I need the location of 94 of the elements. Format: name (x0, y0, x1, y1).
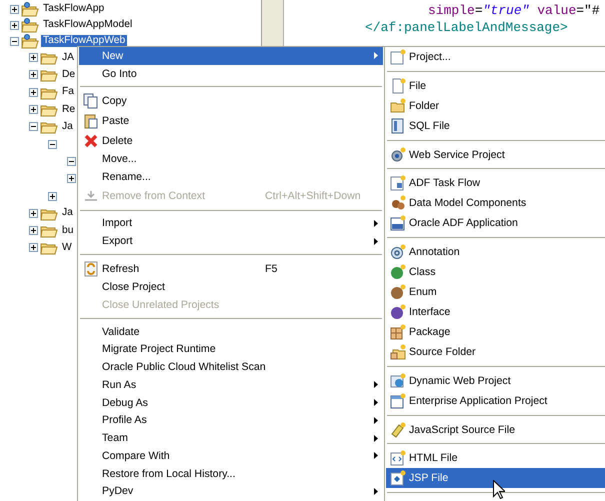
annotation-icon (390, 244, 406, 260)
globe-icon (390, 372, 406, 389)
menu-item[interactable]: Migrate Project Runtime (79, 340, 383, 358)
menu-item[interactable]: New (79, 47, 383, 65)
expander-toggle[interactable] (29, 226, 38, 236)
paste-icon (82, 112, 98, 129)
menu-item[interactable]: Refresh F5 (79, 258, 383, 278)
enum-icon (390, 284, 406, 300)
expander-toggle[interactable] (29, 88, 38, 97)
code-line: </af:panelLabelAndMessage> (364, 19, 569, 36)
tree-item-label[interactable]: Fa (60, 86, 76, 98)
menu-item[interactable]: Team (79, 429, 383, 447)
expander-toggle[interactable] (29, 105, 38, 114)
menu-item[interactable]: Restore from Local History... (79, 464, 383, 482)
class-icon (390, 264, 406, 280)
application-icon (390, 215, 406, 232)
menu-item[interactable]: Data Model Components (386, 193, 605, 214)
tree-item-label[interactable]: Ja (60, 120, 75, 133)
menu-item[interactable]: Class (386, 262, 605, 282)
tree-item-label[interactable]: TaskFlowAppWeb (41, 35, 128, 47)
menu-item[interactable]: PyDev (79, 482, 383, 500)
window-icon (390, 392, 406, 409)
copy-icon (82, 93, 98, 110)
expander-toggle[interactable] (67, 156, 76, 166)
diagram-file-icon (390, 175, 406, 192)
menu-item[interactable]: Go Into (79, 64, 383, 82)
folder-icon (390, 98, 406, 114)
menu-item[interactable]: Import (79, 214, 383, 232)
file-icon (390, 78, 406, 94)
tree-item-label[interactable]: Ja (60, 207, 75, 220)
menu-item[interactable]: Profile As (79, 412, 383, 430)
interface-icon (390, 304, 406, 320)
tree-item-label[interactable]: TaskFlowAppModel (41, 19, 134, 31)
menu-item[interactable]: JSP File (386, 468, 605, 488)
project-folder-icon (21, 34, 39, 48)
expander-toggle[interactable] (67, 174, 76, 184)
delete-icon (82, 132, 98, 149)
expander-toggle[interactable] (29, 122, 38, 132)
menu-item[interactable]: Oracle Public Cloud Whitelist Scan (79, 358, 383, 376)
expander-toggle[interactable] (10, 36, 19, 46)
menu-item[interactable]: Copy (79, 91, 383, 111)
tree-item-label[interactable]: TaskFlowApp (41, 3, 106, 15)
menu-item[interactable]: Package (386, 322, 605, 342)
menu-item[interactable]: Validate (79, 322, 383, 340)
expander-toggle[interactable] (48, 140, 57, 149)
tree-item-label[interactable]: De (60, 68, 78, 81)
project-folder-icon (21, 2, 39, 16)
menu-item[interactable]: SQL File (386, 116, 605, 136)
tree-item-label[interactable]: Re (60, 104, 78, 116)
menu-item[interactable]: Source Folder (386, 342, 605, 362)
menu-item[interactable]: Folder (386, 96, 605, 116)
expander-toggle[interactable] (48, 192, 57, 201)
menu-item[interactable]: Enum (386, 282, 605, 302)
expander-toggle[interactable] (29, 208, 38, 218)
menu-item[interactable]: JavaScript Source File (386, 420, 605, 440)
menu-item[interactable]: Rename... (79, 168, 383, 186)
project-folder-icon (21, 18, 39, 32)
menu-item[interactable]: Oracle ADF Application (386, 213, 605, 234)
jsp-file-icon (390, 470, 406, 486)
menu-item[interactable]: Compare With (79, 447, 383, 465)
menu-item[interactable]: Move... (79, 150, 383, 168)
html-file-icon (390, 450, 406, 466)
beans-icon (390, 195, 406, 212)
menu-item[interactable]: Paste (79, 111, 383, 131)
menu-item[interactable]: Web Service Project (386, 144, 605, 164)
menu-item[interactable]: Close Project (79, 278, 383, 296)
refresh-icon (82, 260, 98, 277)
source-folder-icon (390, 344, 406, 360)
tree-item-label[interactable]: bu (60, 224, 76, 237)
menu-item[interactable]: Interface (386, 302, 605, 322)
code-line: simple="true" value="# (427, 2, 601, 19)
database-file-icon (390, 118, 406, 134)
shortcut-label: F5 (265, 262, 278, 275)
expander-toggle[interactable] (10, 20, 19, 30)
menu-item[interactable]: Dynamic Web Project (386, 370, 605, 391)
menu-item[interactable]: Run As (79, 376, 383, 394)
tree-item-label[interactable]: W (60, 242, 74, 254)
expander-toggle[interactable] (10, 4, 19, 14)
package-icon (390, 324, 406, 340)
menu-item[interactable]: Annotation (386, 242, 605, 262)
menu-item[interactable]: ADF Task Flow (386, 173, 605, 194)
menu-item[interactable]: HTML File (386, 448, 605, 468)
shortcut-label: Ctrl+Alt+Shift+Down (265, 190, 362, 202)
project-icon (390, 49, 406, 65)
menu-item[interactable]: Delete (79, 130, 383, 150)
expander-toggle[interactable] (29, 70, 38, 80)
expander-toggle[interactable] (29, 53, 38, 62)
menu-item[interactable]: Enterprise Application Project (386, 390, 605, 411)
menu-item[interactable]: File (386, 76, 605, 96)
menu-item[interactable]: Project... (386, 47, 605, 67)
menu-item[interactable]: Debug As (79, 394, 383, 412)
expander-toggle[interactable] (29, 243, 38, 252)
tree-item-label[interactable]: JA (60, 52, 76, 64)
menu-item[interactable]: Export (79, 232, 383, 250)
